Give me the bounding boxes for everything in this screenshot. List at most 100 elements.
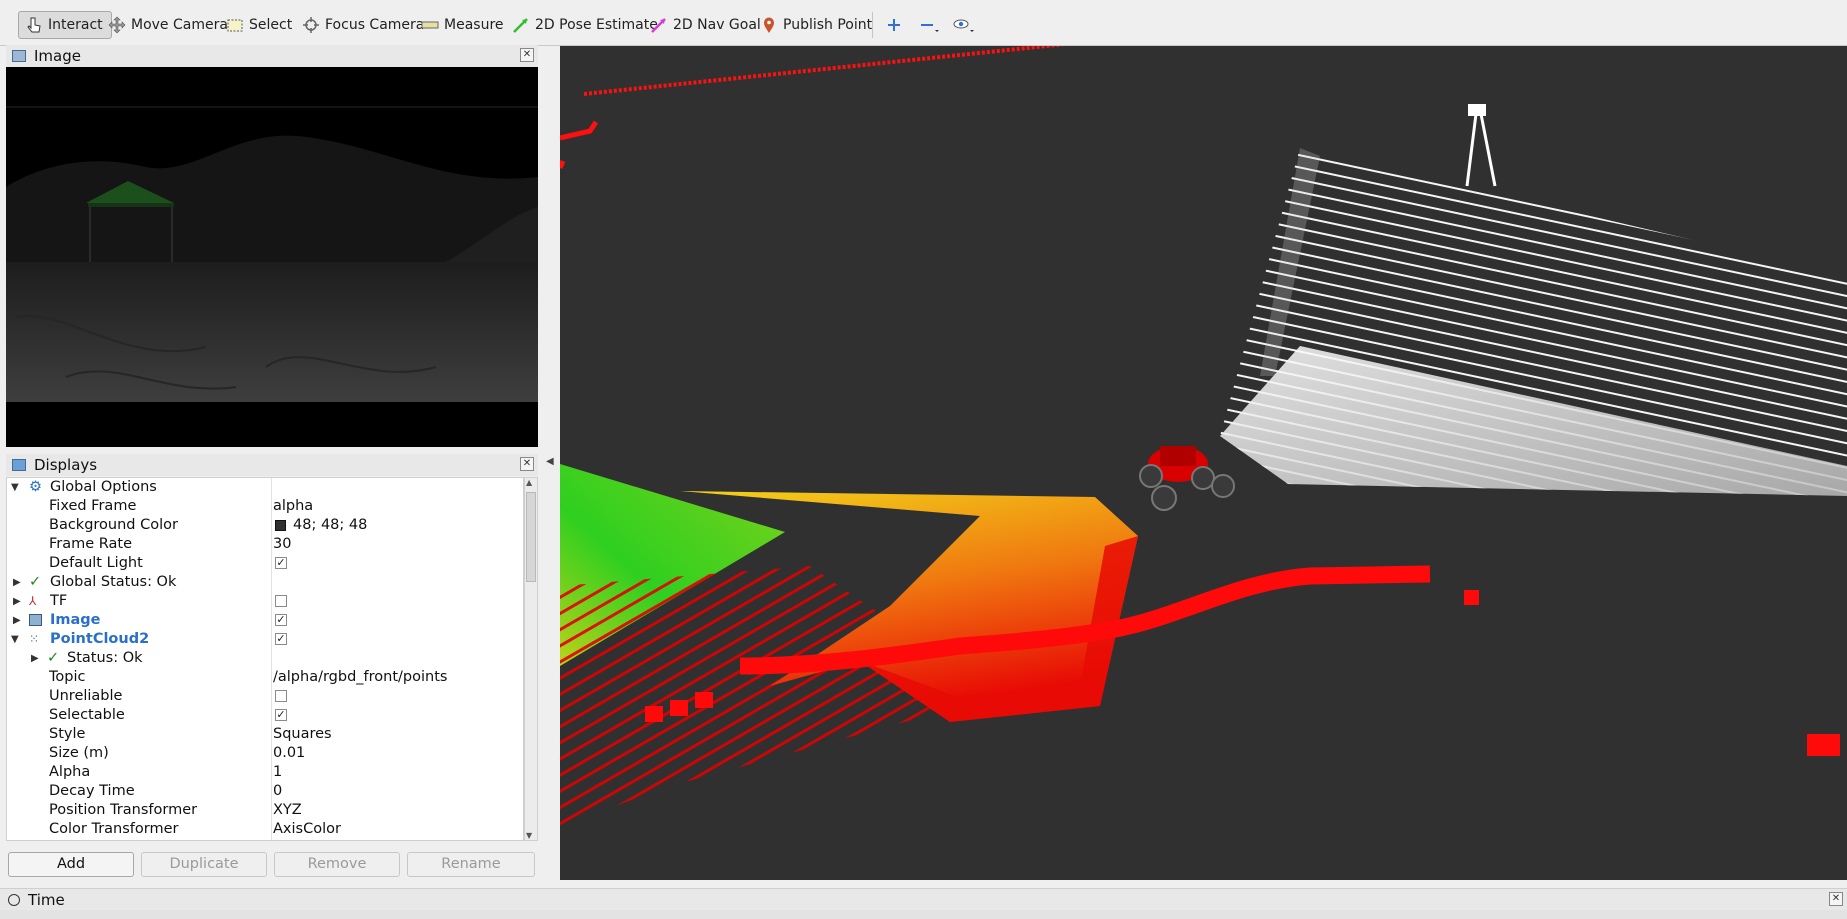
displays-tree: ▼ ⚙ Global Options Fixed Frame alpha Bac… — [6, 477, 524, 841]
fixed-frame-value[interactable]: alpha — [273, 497, 313, 516]
duplicate-display-button[interactable]: Duplicate — [141, 852, 267, 877]
move-camera-label: Move Camera — [131, 17, 228, 33]
topic-value[interactable]: /alpha/rgbd_front/points — [273, 668, 447, 687]
scroll-down-icon[interactable]: ▼ — [526, 831, 532, 840]
image-panel-close-icon[interactable]: ✕ — [520, 48, 534, 62]
image-panel-icon — [12, 50, 26, 62]
tree-row-status-ok[interactable]: ▶ ✓ Status: Ok — [7, 649, 523, 668]
size-value[interactable]: 0.01 — [273, 744, 305, 763]
zoom-in-icon — [885, 16, 903, 34]
publish-point-tool-button[interactable]: Publish Point — [760, 11, 872, 39]
nav-goal-label: 2D Nav Goal — [673, 17, 761, 33]
displays-scrollbar[interactable]: ▲ ▼ — [524, 477, 538, 841]
remove-tool-button[interactable] — [918, 11, 941, 39]
collapse-arrow-icon[interactable]: ▶ — [13, 573, 21, 592]
fixed-frame-label: Fixed Frame — [49, 498, 137, 514]
main-toolbar: Interact Move Camera Select Focus Camera… — [0, 0, 1847, 46]
background-color-value[interactable]: 48; 48; 48 — [293, 516, 367, 535]
alpha-label: Alpha — [49, 764, 91, 780]
style-value[interactable]: Squares — [273, 725, 332, 744]
zoom-out-icon — [918, 16, 939, 34]
topic-label: Topic — [49, 669, 86, 685]
tree-row-style[interactable]: Style Squares — [7, 725, 523, 744]
tree-row-topic[interactable]: Topic /alpha/rgbd_front/points — [7, 668, 523, 687]
frame-rate-value[interactable]: 30 — [273, 535, 291, 554]
select-icon — [226, 16, 244, 34]
tree-row-decay-time[interactable]: Decay Time 0 — [7, 782, 523, 801]
color-transformer-value[interactable]: AxisColor — [273, 820, 341, 839]
expand-arrow-icon[interactable]: ▼ — [11, 478, 19, 497]
tree-row-background-color[interactable]: Background Color 48; 48; 48 — [7, 516, 523, 535]
status-ok-check-icon: ✓ — [47, 650, 60, 666]
scrollbar-thumb[interactable] — [526, 492, 536, 582]
collapse-arrow-icon[interactable]: ▶ — [13, 611, 21, 630]
nav-goal-tool-button[interactable]: 2D Nav Goal — [650, 11, 761, 39]
move-camera-tool-button[interactable]: Move Camera — [108, 11, 228, 39]
tree-row-unreliable[interactable]: Unreliable — [7, 687, 523, 706]
pointcloud2-label: PointCloud2 — [50, 631, 150, 647]
bottom-status-strip — [0, 910, 1847, 919]
time-panel-close-icon[interactable]: ✕ — [1829, 892, 1843, 906]
image-display-checkbox[interactable]: ✓ — [275, 614, 287, 626]
tree-row-image[interactable]: ▶ Image ✓ — [7, 611, 523, 630]
displays-panel-icon — [12, 459, 26, 471]
pose-estimate-label: 2D Pose Estimate — [535, 17, 658, 33]
pointcloud2-checkbox[interactable]: ✓ — [275, 633, 287, 645]
style-label: Style — [49, 726, 86, 742]
alpha-value[interactable]: 1 — [273, 763, 282, 782]
focus-camera-icon — [302, 16, 320, 34]
global-status-label: Global Status: Ok — [50, 574, 177, 590]
clock-icon — [8, 894, 20, 906]
interact-tool-button[interactable]: Interact — [18, 11, 112, 39]
gear-icon: ⚙ — [29, 479, 42, 495]
default-light-label: Default Light — [49, 555, 143, 571]
3d-render-viewport[interactable] — [560, 46, 1847, 880]
background-color-label: Background Color — [49, 517, 178, 533]
tree-row-selectable[interactable]: Selectable ✓ — [7, 706, 523, 725]
expand-arrow-icon[interactable]: ▼ — [11, 630, 19, 649]
selectable-checkbox[interactable]: ✓ — [275, 709, 287, 721]
collapse-left-panel-icon[interactable]: ◀ — [546, 456, 554, 467]
cursor-icon — [25, 16, 43, 34]
tree-row-fixed-frame[interactable]: Fixed Frame alpha — [7, 497, 523, 516]
collapse-arrow-icon[interactable]: ▶ — [13, 592, 21, 611]
view-options-button[interactable] — [952, 11, 975, 39]
color-transformer-label: Color Transformer — [49, 821, 179, 837]
publish-point-icon — [760, 16, 778, 34]
nav-goal-icon — [650, 16, 668, 34]
tf-checkbox[interactable] — [275, 595, 287, 607]
unreliable-checkbox[interactable] — [275, 690, 287, 702]
scroll-up-icon[interactable]: ▲ — [526, 478, 532, 487]
add-tool-button[interactable] — [885, 11, 908, 39]
rename-display-button[interactable]: Rename — [407, 852, 535, 877]
focus-camera-tool-button[interactable]: Focus Camera — [302, 11, 424, 39]
position-transformer-value[interactable]: XYZ — [273, 801, 302, 820]
tree-row-frame-rate[interactable]: Frame Rate 30 — [7, 535, 523, 554]
select-label: Select — [249, 17, 293, 33]
displays-panel-close-icon[interactable]: ✕ — [520, 457, 534, 471]
selectable-label: Selectable — [49, 707, 125, 723]
position-transformer-label: Position Transformer — [49, 802, 198, 818]
tree-row-size[interactable]: Size (m) 0.01 — [7, 744, 523, 763]
decay-time-value[interactable]: 0 — [273, 782, 282, 801]
pose-estimate-icon — [512, 16, 530, 34]
tree-row-default-light[interactable]: Default Light ✓ — [7, 554, 523, 573]
tree-row-pointcloud2[interactable]: ▼ ⁙ PointCloud2 ✓ — [7, 630, 523, 649]
tree-row-tf[interactable]: ▶ ⅄ TF — [7, 592, 523, 611]
pose-estimate-tool-button[interactable]: 2D Pose Estimate — [512, 11, 658, 39]
tree-row-color-transformer[interactable]: Color Transformer AxisColor — [7, 820, 523, 839]
collapse-arrow-icon[interactable]: ▶ — [31, 649, 39, 668]
decay-time-label: Decay Time — [49, 783, 135, 799]
tree-row-alpha[interactable]: Alpha 1 — [7, 763, 523, 782]
tree-row-global-options[interactable]: ▼ ⚙ Global Options — [7, 478, 523, 497]
tree-row-global-status[interactable]: ▶ ✓ Global Status: Ok — [7, 573, 523, 592]
remove-display-button[interactable]: Remove — [274, 852, 400, 877]
image-panel-title-bar: Image ✕ — [6, 45, 538, 67]
measure-tool-button[interactable]: Measure — [421, 11, 504, 39]
default-light-checkbox[interactable]: ✓ — [275, 557, 287, 569]
interact-label: Interact — [48, 17, 103, 33]
add-display-button[interactable]: Add — [8, 852, 134, 877]
camera-image-view — [6, 67, 538, 447]
tree-row-position-transformer[interactable]: Position Transformer XYZ — [7, 801, 523, 820]
select-tool-button[interactable]: Select — [226, 11, 292, 39]
